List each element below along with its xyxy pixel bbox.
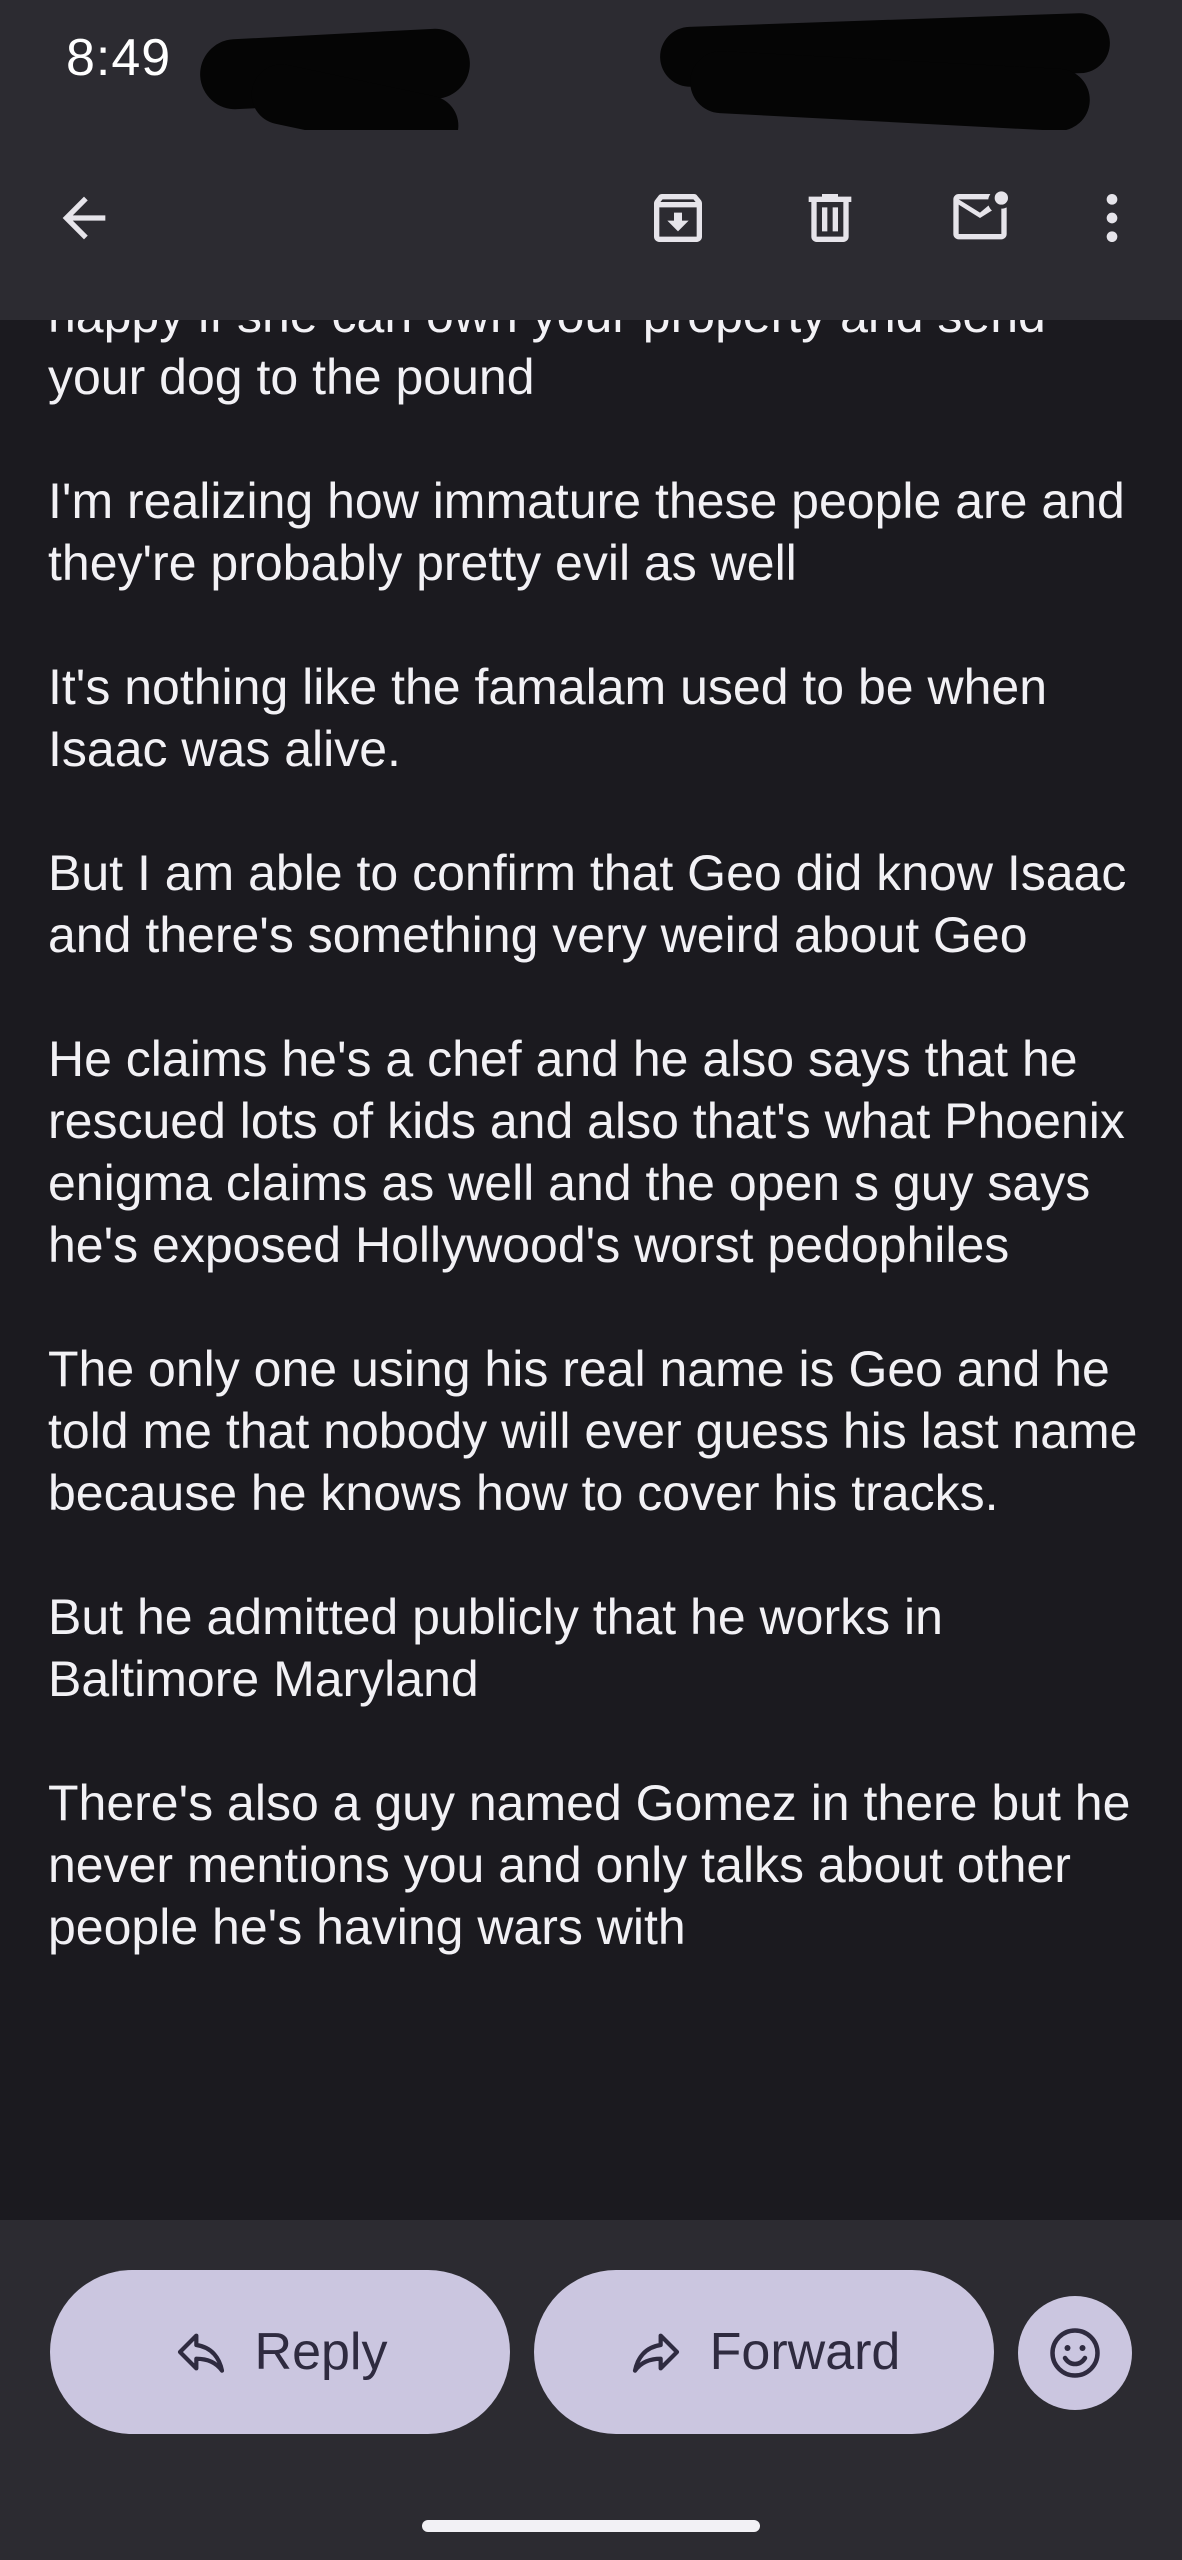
emoji-reaction-button[interactable]: [1018, 2296, 1132, 2410]
forward-button[interactable]: Forward: [534, 2270, 994, 2434]
delete-icon[interactable]: [790, 178, 870, 258]
message-paragraph: But I am able to confirm that Geo did kn…: [48, 845, 1127, 963]
message-paragraph: The only one using his real name is Geo …: [48, 1341, 1138, 1521]
more-vert-icon[interactable]: [1072, 178, 1152, 258]
archive-icon[interactable]: [638, 178, 718, 258]
message-paragraph: I'm realizing how immature these people …: [48, 473, 1125, 591]
message-paragraph: There's also a guy named Gomez in there …: [48, 1775, 1131, 1955]
mark-unread-icon[interactable]: [940, 178, 1020, 258]
message-body: happy if she can own your property and s…: [0, 320, 1182, 2220]
message-paragraph: He claims he's a chef and he also says t…: [48, 1031, 1125, 1273]
forward-icon: [632, 2333, 679, 2373]
message-paragraph: It's nothing like the famalam used to be…: [48, 659, 1048, 777]
message-paragraph: But he admitted publicly that he works i…: [48, 1589, 943, 1707]
status-time: 8:49: [66, 29, 172, 87]
reply-label: Reply: [254, 2323, 388, 2381]
forward-label: Forward: [709, 2323, 901, 2381]
message-paragraph: happy if she can own your property and s…: [48, 320, 1046, 405]
home-indicator[interactable]: [422, 2520, 760, 2532]
emoji-smile-icon: [1050, 2328, 1100, 2378]
action-bar: Reply Forward: [0, 2220, 1182, 2560]
status-bar: 8:49: [0, 0, 1182, 162]
reply-button[interactable]: Reply: [50, 2270, 510, 2434]
back-arrow-icon[interactable]: [44, 178, 124, 258]
reply-icon: [177, 2333, 224, 2373]
app-bar: [0, 130, 1182, 320]
